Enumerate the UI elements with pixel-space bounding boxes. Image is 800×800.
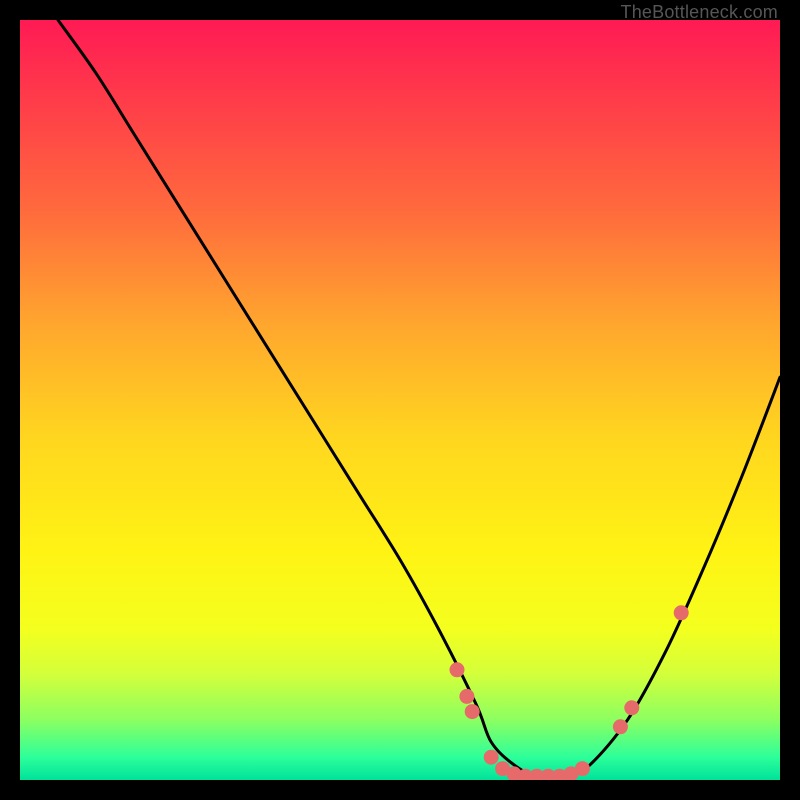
- data-marker: [575, 761, 590, 776]
- chart-container: TheBottleneck.com: [0, 0, 800, 800]
- data-marker: [459, 689, 474, 704]
- data-marker: [624, 700, 639, 715]
- data-markers: [450, 605, 689, 780]
- data-marker: [674, 605, 689, 620]
- data-marker: [484, 750, 499, 765]
- data-marker: [465, 704, 480, 719]
- bottleneck-curve: [58, 20, 780, 778]
- data-marker: [450, 662, 465, 677]
- data-marker: [613, 719, 628, 734]
- curve-layer: [20, 20, 780, 780]
- plot-area: [20, 20, 780, 780]
